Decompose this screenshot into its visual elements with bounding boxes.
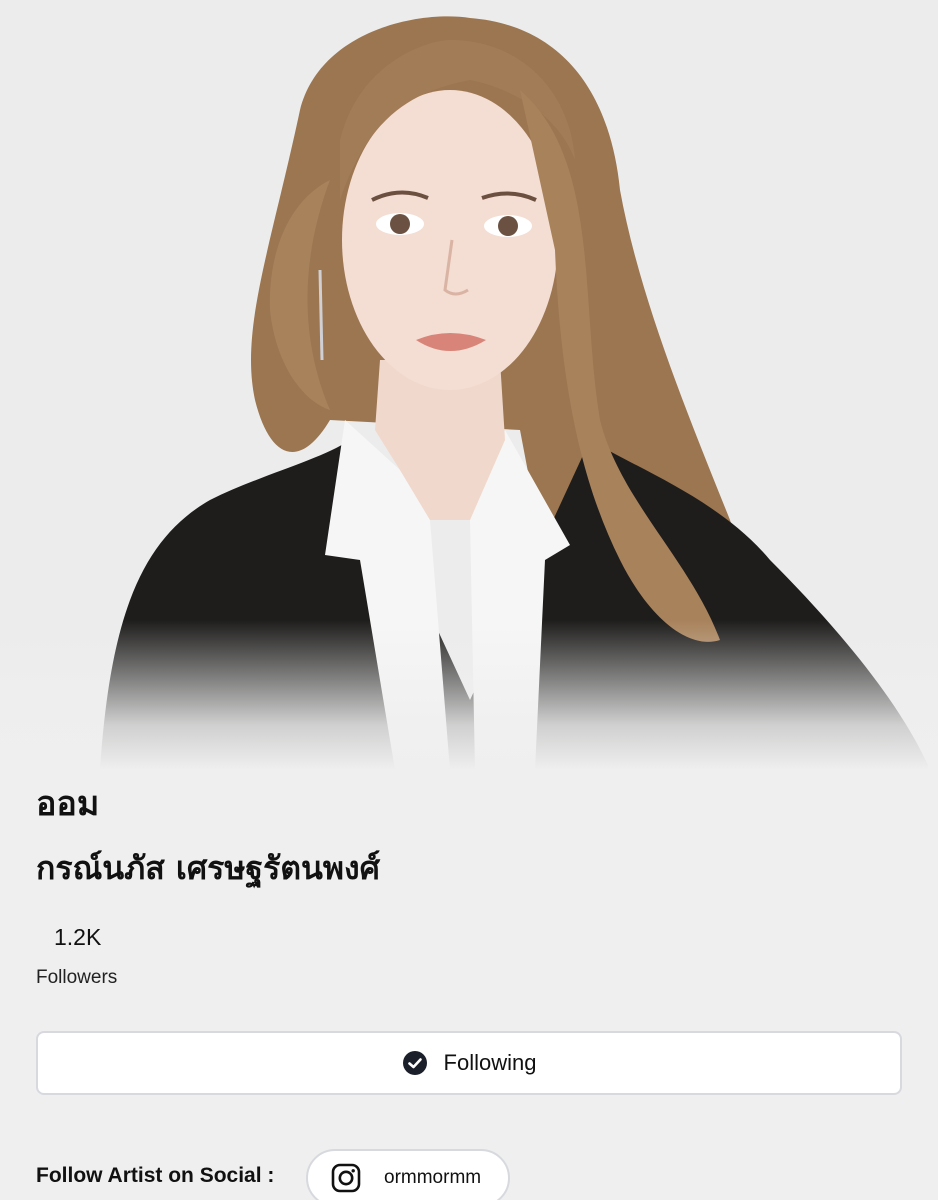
followers-label: Followers [36,967,118,988]
followers-count: 1.2K [54,924,102,950]
artist-full-name: กรณ์นภัส เศรษฐรัตนพงศ์ [36,849,380,887]
artist-portrait [0,0,938,770]
check-circle-icon [402,1050,428,1076]
following-button[interactable]: Following [36,1031,902,1095]
artist-profile-page: ออม กรณ์นภัส เศรษฐรัตนพงศ์ 1.2K Follower… [0,0,938,1200]
instagram-handle: ormmormm [384,1167,482,1188]
hero-fade-overlay [0,620,938,770]
artist-nickname: ออม [36,784,100,824]
following-button-label: Following [443,1050,537,1075]
instagram-icon [330,1162,362,1194]
instagram-link[interactable]: ormmormm [306,1149,510,1200]
follow-artist-social-label: Follow Artist on Social : [36,1164,275,1187]
